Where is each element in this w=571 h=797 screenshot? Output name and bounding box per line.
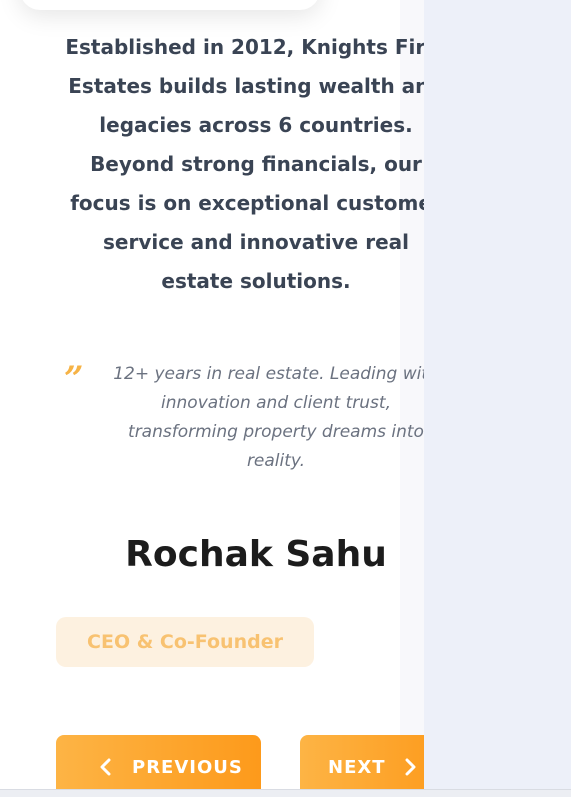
- description-line: Beyond strong financials, our: [90, 152, 422, 176]
- horizontal-scrollbar[interactable]: [0, 789, 571, 797]
- role-badge: CEO & Co-Founder: [56, 617, 314, 667]
- side-panel: [424, 0, 571, 797]
- quote-line: 12+ years in real estate. Leading with: [113, 364, 424, 384]
- company-description: Established in 2012, Knights First Estat…: [50, 28, 424, 301]
- description-line: Estates builds lasting wealth and: [68, 74, 424, 98]
- quote-line: transforming property dreams into: [128, 422, 424, 442]
- quote-line: reality.: [246, 451, 306, 471]
- description-line: focus is on exceptional customer: [70, 191, 424, 215]
- description-line: estate solutions.: [161, 269, 351, 293]
- next-button[interactable]: NEXT: [300, 735, 424, 797]
- chevron-right-icon: [405, 758, 416, 776]
- chevron-left-icon: [100, 758, 111, 776]
- testimonial-quote: 12+ years in real estate. Leading with i…: [100, 360, 424, 476]
- next-button-label: NEXT: [328, 756, 386, 778]
- description-line: Established in 2012, Knights First: [65, 35, 424, 59]
- person-name: Rochak Sahu: [125, 534, 387, 575]
- previous-button-label: PREVIOUS: [132, 756, 243, 778]
- card-shadow: [20, 0, 320, 10]
- slider-viewport: Established in 2012, Knights First Estat…: [0, 0, 424, 797]
- description-line: service and innovative real: [103, 230, 409, 254]
- previous-button[interactable]: PREVIOUS: [56, 735, 261, 797]
- description-line: legacies across 6 countries.: [99, 113, 413, 137]
- quote-line: innovation and client trust,: [161, 393, 391, 413]
- page: Established in 2012, Knights First Estat…: [0, 0, 571, 797]
- quote-icon: ”: [64, 359, 83, 399]
